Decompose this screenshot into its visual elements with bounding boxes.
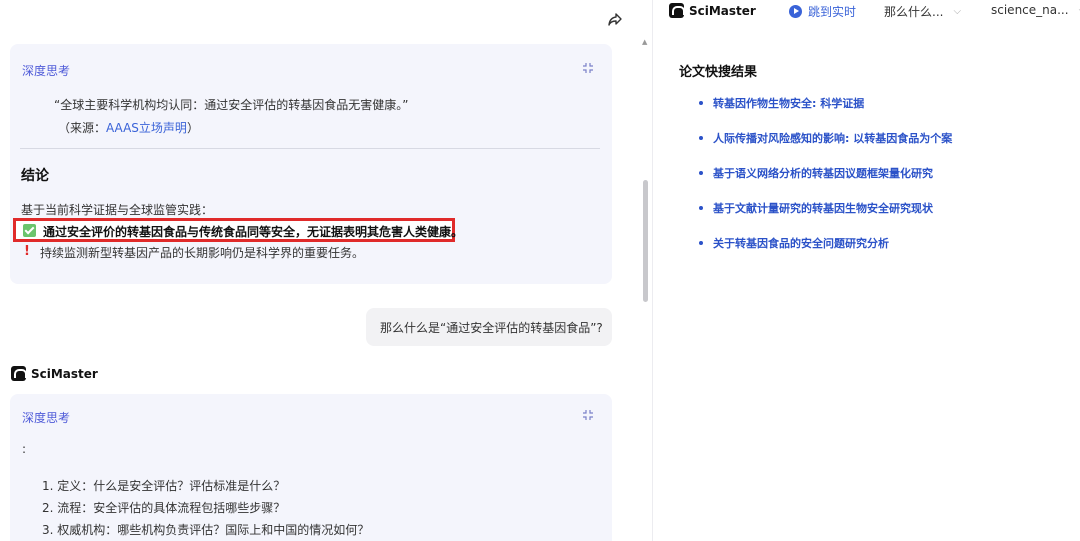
result-link[interactable]: 关于转基因食品的安全问题研究分析 [699,235,889,251]
result-link-text: 人际传播对风险感知的影响: 以转基因食品为个案 [713,132,953,145]
results-pane: SciMaster 跳到实时 那么什么... ⌵ science_na... ⌵… [652,0,1080,541]
jump-to-live-button[interactable]: 跳到实时 [789,3,856,20]
list-item: 3. 权威机构：哪些机构负责评估？国际上和中国的情况如何？ [42,523,370,537]
deep-think-label[interactable]: 深度思考 [22,409,70,426]
jump-to-live-label: 跳到实时 [808,5,857,19]
query-dropdown[interactable]: 那么什么... ⌵ [884,3,961,20]
deep-think-card: 深度思考 “全球主要科学机构均认同：通过安全评估的转基因食品无害健康。” （来源… [10,44,612,284]
quote-text: “全球主要科学机构均认同：通过安全评估的转基因食品无害健康。” [54,98,409,112]
share-icon[interactable] [606,10,624,28]
result-link[interactable]: 人际传播对风险感知的影响: 以转基因食品为个案 [699,130,952,146]
highlight-text: 通过安全评价的转基因食品与传统食品同等安全，无证据表明其危害人类健康。 [43,225,464,239]
check-icon [23,224,36,237]
result-link-text: 转基因作物生物安全: 科学证据 [713,97,865,110]
highlight-box: 通过安全评价的转基因食品与传统食品同等安全，无证据表明其危害人类健康。 [13,218,463,242]
deep-think-label[interactable]: 深度思考 [22,62,70,79]
source-line: （来源：AAAS立场声明） [58,119,199,136]
list-item: 2. 流程：安全评估的具体流程包括哪些步骤？ [42,501,286,515]
warning-text: 持续监测新型转基因产品的长期影响仍是科学界的重要任务。 [40,246,365,260]
colon-text: : [22,442,27,456]
source-dropdown[interactable]: science_na... ⌵ [991,3,1080,17]
result-link[interactable]: 基于文献计量研究的转基因生物安全研究现状 [699,200,933,216]
brand-name: SciMaster [689,3,756,18]
play-icon [789,5,802,18]
app-window: ▲ 深度思考 “全球主要科学机构均认同：通过安全评估的转基因食品无害健康。” （… [0,0,1080,541]
source-prefix: （来源： [58,121,107,135]
bullet [699,171,703,175]
source-suffix: ） [186,121,199,135]
logo-icon [11,366,27,381]
warning-icon: ! [24,244,30,259]
logo-icon [669,3,685,18]
collapse-icon[interactable] [582,62,594,74]
result-link-text: 基于文献计量研究的转基因生物安全研究现状 [713,202,933,215]
deep-think-card-2: 深度思考 [10,394,612,541]
chat-pane: ▲ 深度思考 “全球主要科学机构均认同：通过安全评估的转基因食品无害健康。” （… [0,0,652,541]
divider [20,148,600,149]
header-brand: SciMaster [669,3,756,18]
bullet [699,206,703,210]
query-dropdown-value: 那么什么... [884,5,944,19]
scrollbar-thumb[interactable] [643,180,648,302]
brand-name: SciMaster [31,366,98,381]
scroll-up-arrow[interactable]: ▲ [642,38,647,46]
collapse-icon[interactable] [582,409,594,421]
basis-text: 基于当前科学证据与全球监管实践： [21,203,214,217]
user-message-bubble: 那么什么是“通过安全评估的转基因食品”? [366,308,612,346]
result-link-text: 基于语义网络分析的转基因议题框架量化研究 [713,167,933,180]
assistant-brand: SciMaster [11,366,98,381]
bullet [699,101,703,105]
chevron-down-icon: ⌵ [953,6,962,17]
result-link-text: 关于转基因食品的安全问题研究分析 [713,237,889,250]
bullet [699,241,703,245]
conclusion-title: 结论 [21,168,49,184]
bullet [699,136,703,140]
source-dropdown-value: science_na... [991,3,1069,17]
results-title: 论文快搜结果 [679,65,758,80]
list-item: 1. 定义：什么是安全评估？评估标准是什么？ [42,479,286,493]
result-link[interactable]: 转基因作物生物安全: 科学证据 [699,95,864,111]
result-link[interactable]: 基于语义网络分析的转基因议题框架量化研究 [699,165,933,181]
source-link[interactable]: AAAS立场声明 [106,121,187,135]
